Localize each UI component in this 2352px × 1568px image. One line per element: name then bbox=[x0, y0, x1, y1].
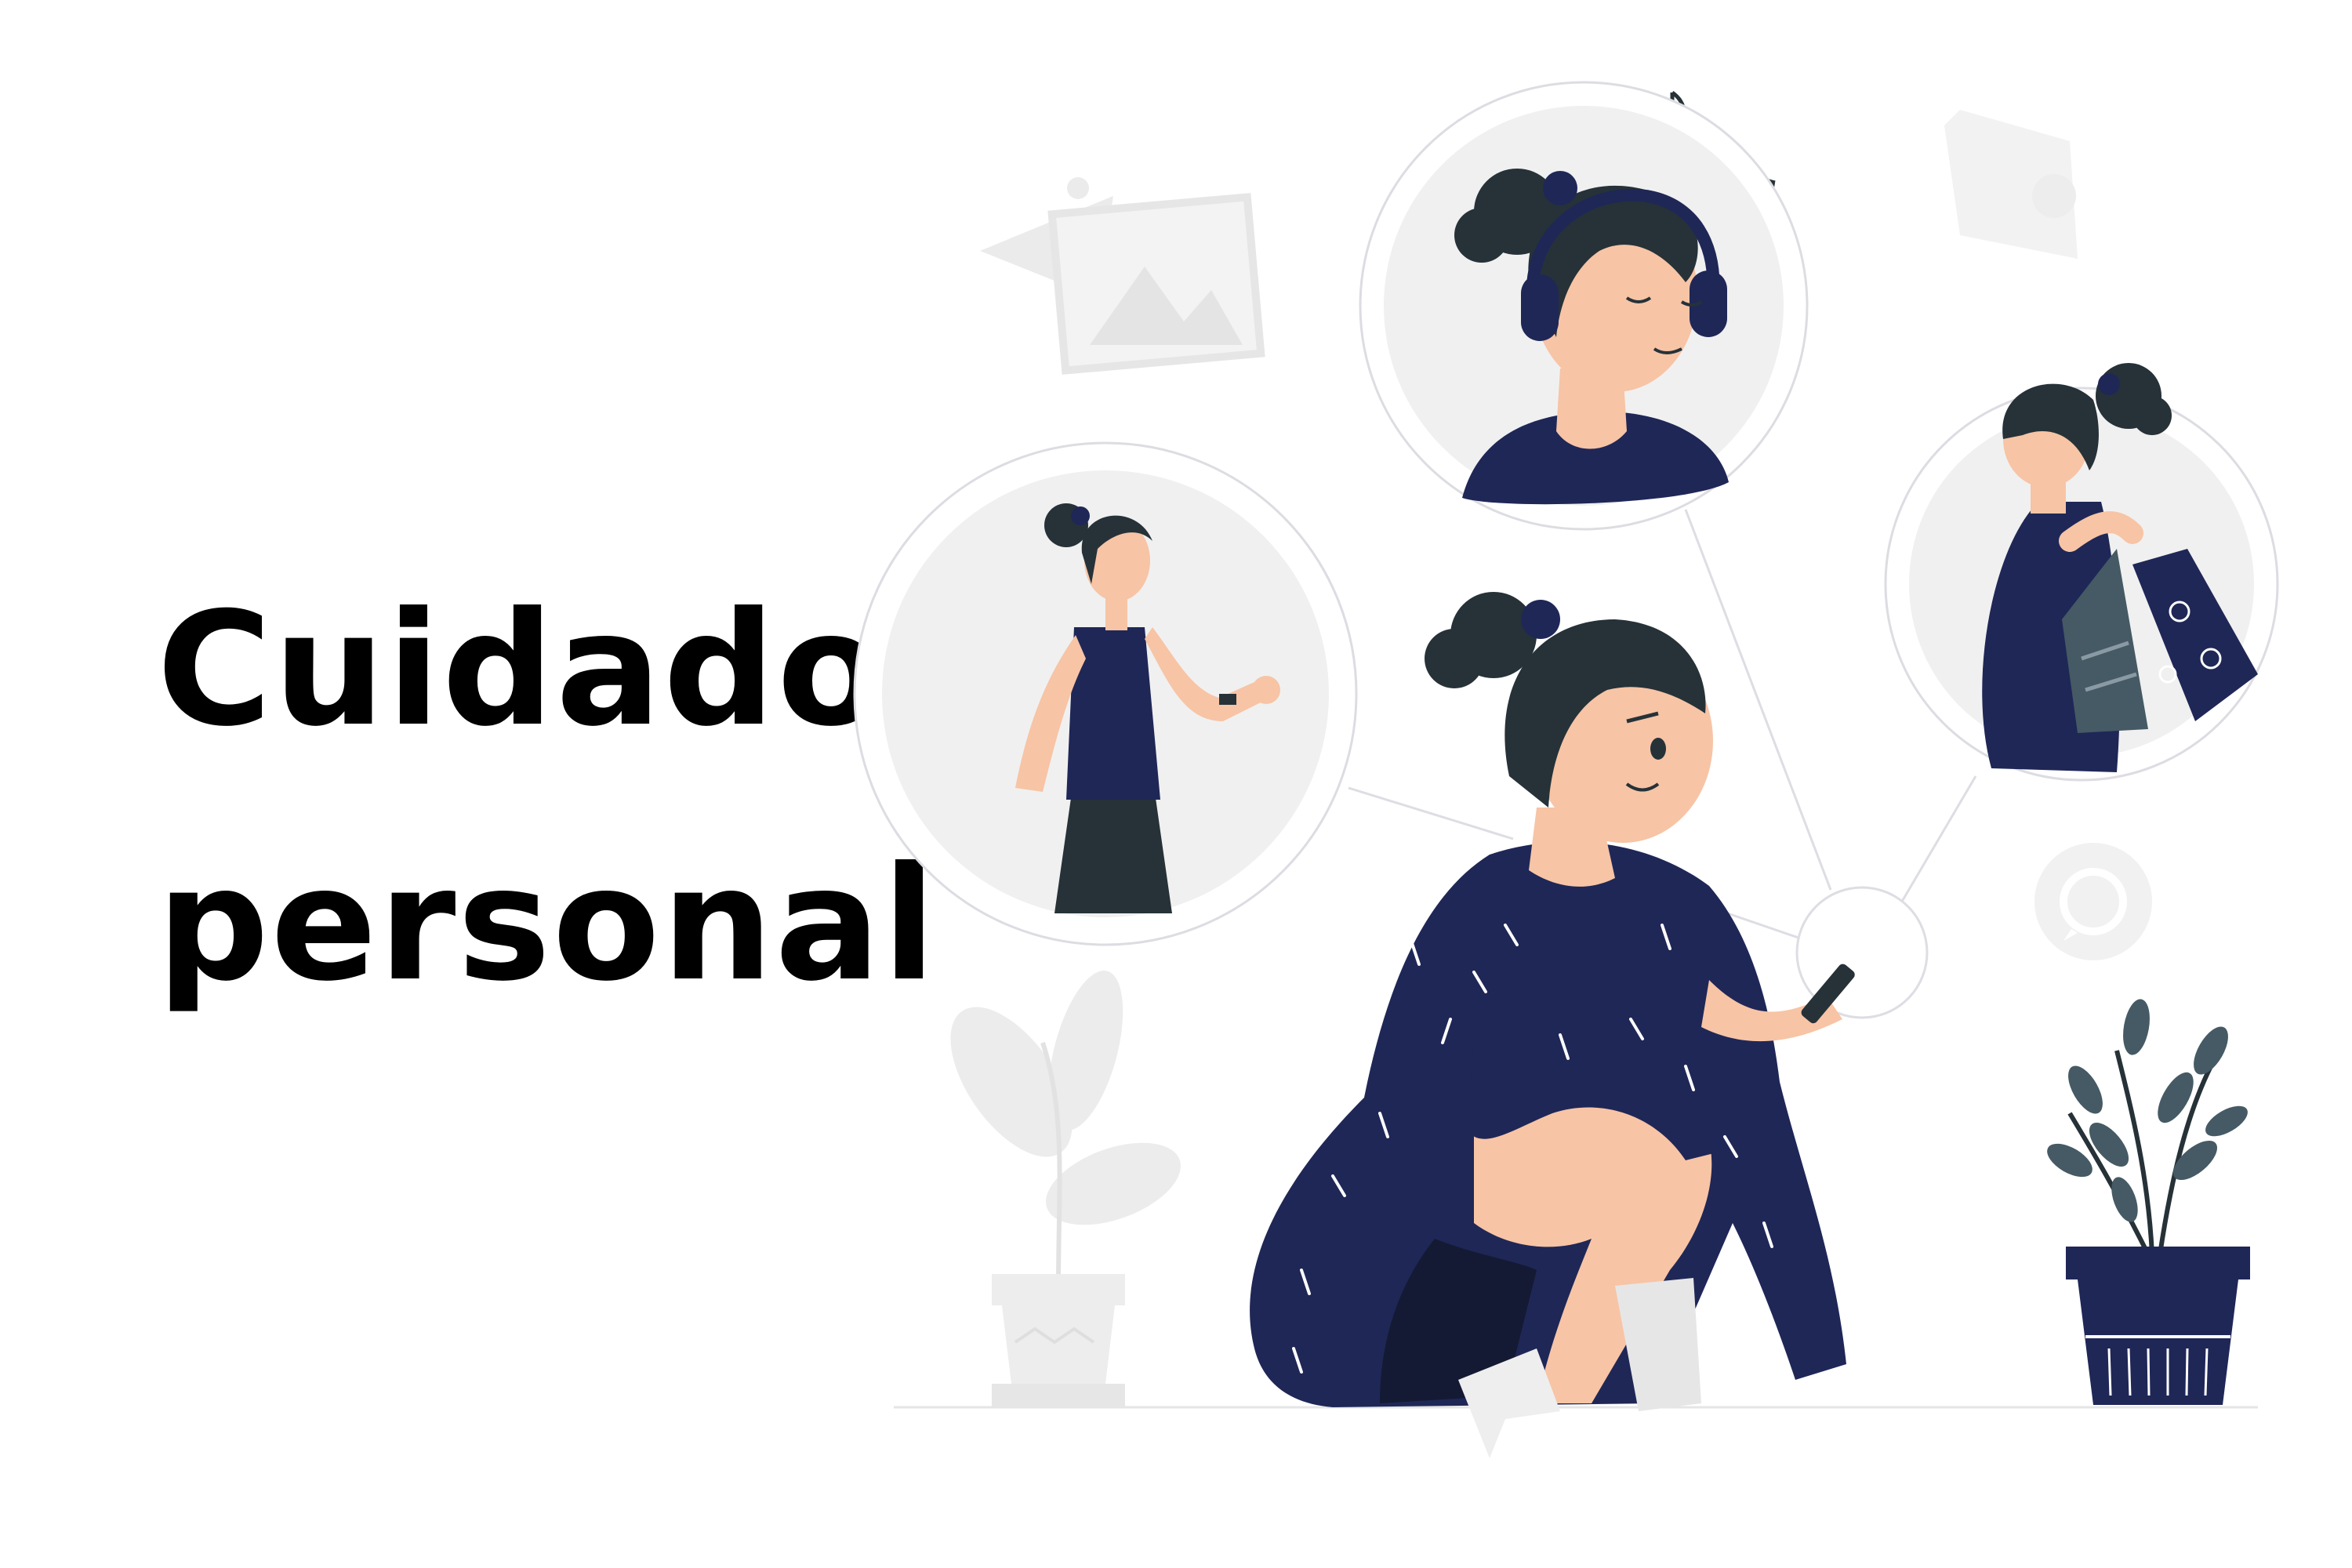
potted-plant bbox=[2047, 999, 2250, 1405]
notification-icon bbox=[1944, 110, 2078, 259]
self-care-illustration bbox=[853, 81, 2279, 1458]
image-icon bbox=[980, 177, 1265, 375]
bubble-music bbox=[1359, 81, 1809, 531]
plant-icon bbox=[950, 971, 1181, 1407]
whatsapp-icon bbox=[2034, 843, 2152, 960]
canvas: Cuidado personal bbox=[0, 0, 2352, 1568]
bubble-running bbox=[853, 441, 1358, 946]
bubble-shopping bbox=[1884, 363, 2279, 782]
